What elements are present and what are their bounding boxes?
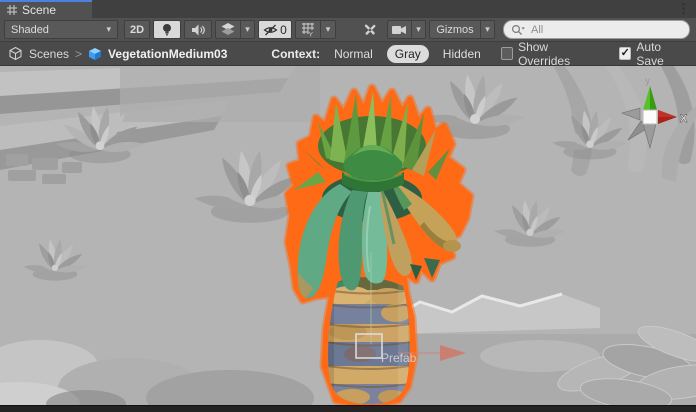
2d-label: 2D	[130, 24, 144, 36]
search-input[interactable]	[529, 23, 682, 37]
camera-settings-button[interactable]	[387, 20, 412, 39]
context-option-normal[interactable]: Normal	[326, 45, 381, 63]
chevron-down-icon: ▾	[106, 25, 111, 34]
grid-dropdown[interactable]: ▾	[320, 20, 336, 39]
scene-visibility-toggle[interactable]: 0	[258, 20, 292, 39]
unity-scene-window: Scene ⋮ Shaded ▾ 2D	[0, 0, 696, 412]
camera-dropdown[interactable]: ▾	[411, 20, 426, 39]
audio-toggle-button[interactable]	[184, 20, 212, 39]
search-icon	[511, 24, 525, 36]
scene-viewport[interactable]: Prefab y X	[0, 66, 696, 405]
scene-search-field[interactable]	[503, 20, 690, 39]
tab-label: Scene	[22, 3, 56, 17]
effects-layers-icon	[221, 23, 235, 36]
scene-render[interactable]: Prefab y X	[0, 66, 696, 405]
chevron-down-icon: ▾	[485, 25, 490, 34]
checkbox-checked-icon: ✓	[619, 47, 631, 60]
tab-bar: Scene ⋮	[0, 0, 696, 18]
axis-y-label: y	[645, 76, 650, 87]
svg-text:Y: Y	[309, 31, 314, 36]
checkbox-unchecked-icon	[501, 47, 513, 60]
axis-center-cube[interactable]	[643, 110, 657, 124]
window-edge	[0, 405, 696, 412]
draw-mode-dropdown[interactable]: Shaded ▾	[4, 20, 118, 39]
breadcrumb-current-asset[interactable]: VegetationMedium03	[108, 47, 227, 61]
prefab-context-bar: Scenes > VegetationMedium03 Context: Nor…	[0, 42, 696, 66]
auto-save-checkbox[interactable]: ✓ Auto Save	[619, 40, 688, 68]
tab-scene[interactable]: Scene	[0, 0, 92, 18]
axis-x-label: X	[680, 113, 688, 125]
grid-handle-icon	[7, 5, 17, 15]
rect-gizmo-handle[interactable]	[356, 334, 382, 358]
effects-toggle-button[interactable]	[215, 20, 241, 39]
context-option-hidden[interactable]: Hidden	[435, 45, 489, 63]
crossed-tools-icon	[363, 23, 377, 37]
video-camera-icon	[392, 24, 407, 36]
tab-overflow-menu-icon[interactable]: ⋮	[677, 1, 690, 17]
show-overrides-checkbox[interactable]: Show Overrides	[501, 40, 598, 68]
auto-save-label: Auto Save	[636, 40, 688, 68]
grid-visibility-button[interactable]: Y	[295, 20, 321, 39]
chevron-down-icon: ▾	[326, 25, 331, 34]
context-label: Context:	[271, 47, 320, 61]
chevron-down-icon: ▾	[416, 25, 421, 34]
hidden-eye-icon	[263, 23, 278, 37]
prefab-gizmo-label: Prefab	[381, 351, 417, 365]
hidden-count: 0	[280, 23, 287, 37]
draw-mode-label: Shaded	[11, 24, 49, 36]
breadcrumb-root[interactable]: Scenes	[29, 47, 69, 61]
breadcrumb-separator: >	[75, 47, 82, 61]
gizmos-dropdown[interactable]: ▾	[480, 20, 495, 39]
show-overrides-label: Show Overrides	[518, 40, 598, 68]
snap-grid-icon: Y	[301, 23, 315, 37]
unity-back-icon[interactable]	[8, 46, 23, 61]
scene-toolbar: Shaded ▾ 2D ▾	[0, 18, 696, 42]
prefab-cube-icon	[88, 47, 102, 61]
speaker-icon	[191, 23, 205, 37]
context-option-gray[interactable]: Gray	[387, 45, 429, 63]
effects-dropdown[interactable]: ▾	[240, 20, 255, 39]
2d-toggle-button[interactable]: 2D	[124, 20, 150, 39]
chevron-down-icon: ▾	[245, 25, 250, 34]
light-bulb-icon	[161, 23, 173, 37]
lighting-toggle-button[interactable]	[153, 20, 181, 39]
gizmos-label: Gizmos	[436, 24, 473, 36]
component-tools-button[interactable]	[356, 20, 384, 39]
gizmos-button[interactable]: Gizmos	[429, 20, 481, 39]
